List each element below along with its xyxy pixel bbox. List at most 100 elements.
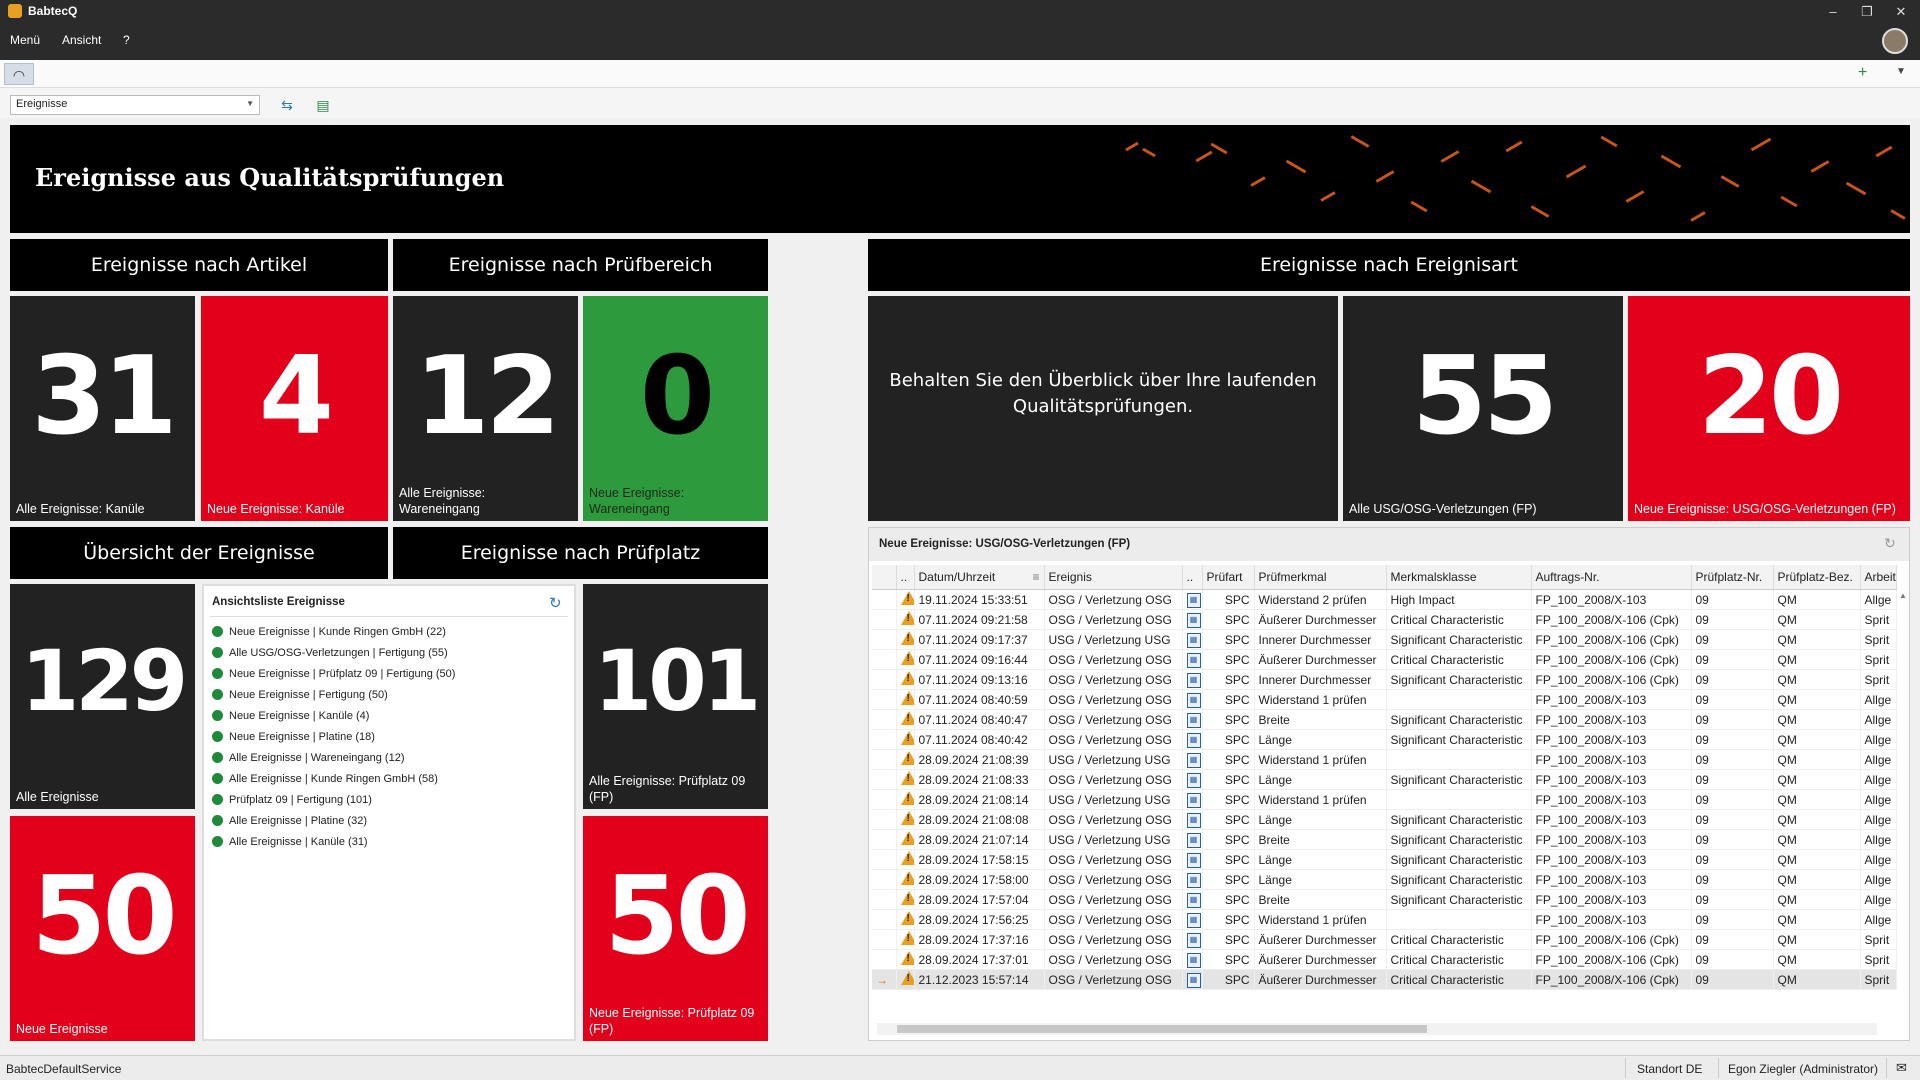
mail-icon[interactable]: ✉ [1896,1060,1907,1076]
row-doc-cell[interactable]: ▦ [1182,809,1203,830]
table-row[interactable]: 07.11.2024 08:40:59OSG / Verletzung OSG▦… [872,689,1897,710]
table-row[interactable]: 28.09.2024 17:56:25OSG / Verletzung OSG▦… [872,909,1897,930]
table-row[interactable]: 07.11.2024 09:16:44OSG / Verletzung OSG▦… [872,649,1897,670]
restore-button[interactable]: ❐ [1852,2,1882,22]
location-status[interactable]: Standort DE [1637,1062,1702,1076]
tile-we-new[interactable]: 0 Neue Ereignisse: Wareneingang [583,296,768,521]
table-row[interactable]: 19.11.2024 15:33:51OSG / Verletzung OSG▦… [872,589,1897,610]
minimize-button[interactable]: – [1818,2,1848,22]
column-header-order-no[interactable]: Auftrags-Nr. [1531,565,1692,590]
table-row[interactable]: 28.09.2024 17:58:00OSG / Verletzung OSG▦… [872,869,1897,890]
column-header-char-class[interactable]: Merkmalsklasse [1386,565,1532,590]
row-doc-cell[interactable]: ▦ [1182,769,1203,790]
table-row[interactable]: 07.11.2024 09:17:37USG / Verletzung USG▦… [872,629,1897,650]
row-doc-cell[interactable]: ▦ [1182,929,1203,950]
scrollbar-thumb[interactable] [897,1025,1427,1033]
table-row[interactable]: 28.09.2024 17:37:01OSG / Verletzung OSG▦… [872,949,1897,970]
column-header-operation[interactable]: Arbeitsg [1860,565,1897,590]
tile-we-all[interactable]: 12 Alle Ereignisse: Wareneingang [393,296,578,521]
table-row[interactable]: 07.11.2024 09:21:58OSG / Verletzung OSG▦… [872,609,1897,630]
column-header-status[interactable]: .. [896,565,915,590]
new-document-icon[interactable]: ▤ [313,96,333,114]
document-icon[interactable]: ▦ [1186,633,1201,648]
row-doc-cell[interactable]: ▦ [1182,749,1203,770]
add-tab-icon[interactable]: + [1858,64,1867,82]
table-row[interactable]: 07.11.2024 09:13:16OSG / Verletzung OSG▦… [872,669,1897,690]
refresh-icon[interactable]: ↻ [1884,535,1896,552]
row-doc-cell[interactable]: ▦ [1182,949,1203,970]
table-row[interactable]: → 21.12.2023 15:57:14OSG / Verletzung OSG… [872,969,1897,990]
scroll-up-icon[interactable]: ▲ [1899,591,1907,600]
view-list-item[interactable]: Prüfplatz 09 | Fertigung (101) [212,794,372,806]
row-doc-cell[interactable]: ▦ [1182,829,1203,850]
view-list-item[interactable]: Neue Ereignisse | Platine (18) [212,731,375,743]
menu-menu[interactable]: Menü [10,33,40,47]
tile-new-events[interactable]: 50 Neue Ereignisse [10,816,195,1041]
column-header-test-type[interactable]: Prüfart [1202,565,1255,590]
horizontal-scrollbar[interactable] [877,1023,1877,1035]
view-list-item[interactable]: Alle Ereignisse | Platine (32) [212,815,367,827]
user-avatar[interactable] [1882,28,1908,54]
tile-kanule-all[interactable]: 31 Alle Ereignisse: Kanüle [10,296,195,521]
row-doc-cell[interactable]: ▦ [1182,589,1203,610]
filter-icon[interactable]: ≡ [1032,570,1039,584]
row-doc-cell[interactable]: ▦ [1182,629,1203,650]
table-row[interactable]: 28.09.2024 21:08:08OSG / Verletzung OSG▦… [872,809,1897,830]
document-icon[interactable]: ▦ [1186,833,1201,848]
column-header-characteristic[interactable]: Prüfmerkmal [1254,565,1387,590]
refresh-icon[interactable]: ↻ [549,594,562,612]
chevron-down-icon[interactable]: ▼ [1896,66,1906,77]
row-doc-cell[interactable]: ▦ [1182,849,1203,870]
tile-usg-all[interactable]: 55 Alle USG/OSG-Verletzungen (FP) [1343,296,1623,521]
row-doc-cell[interactable]: ▦ [1182,689,1203,710]
view-list-item[interactable]: Alle Ereignisse | Kunde Ringen GmbH (58) [212,773,438,785]
table-row[interactable]: 07.11.2024 08:40:42OSG / Verletzung OSG▦… [872,729,1897,750]
refresh-swap-icon[interactable]: ⇆ [277,96,297,114]
row-doc-cell[interactable]: ▦ [1182,869,1203,890]
column-header-station-no[interactable]: Prüfplatz-Nr. [1691,565,1774,590]
document-icon[interactable]: ▦ [1186,813,1201,828]
view-list-item[interactable]: Alle Ereignisse | Kanüle (31) [212,836,368,848]
table-row[interactable]: 28.09.2024 21:08:39USG / Verletzung USG▦… [872,749,1897,770]
tile-pp09-new[interactable]: 50 Neue Ereignisse: Prüfplatz 09 (FP) [583,816,768,1041]
view-select[interactable]: Ereignisse ▼ [10,95,260,115]
document-icon[interactable]: ▦ [1186,673,1201,688]
table-row[interactable]: 28.09.2024 17:57:04OSG / Verletzung OSG▦… [872,889,1897,910]
row-doc-cell[interactable]: ▦ [1182,729,1203,750]
row-doc-cell[interactable]: ▦ [1182,649,1203,670]
document-icon[interactable]: ▦ [1186,913,1201,928]
menu-help[interactable]: ? [123,33,130,47]
view-list-item[interactable]: Neue Ereignisse | Kunde Ringen GmbH (22) [212,626,446,638]
tile-all-events[interactable]: 129 Alle Ereignisse [10,584,195,809]
column-header-station-name[interactable]: Prüfplatz-Bez. [1773,565,1861,590]
row-doc-cell[interactable]: ▦ [1182,909,1203,930]
column-header-indicator[interactable] [872,565,897,590]
row-doc-cell[interactable]: ▦ [1182,609,1203,630]
document-icon[interactable]: ▦ [1186,773,1201,788]
table-row[interactable]: 07.11.2024 08:40:47OSG / Verletzung OSG▦… [872,709,1897,730]
document-icon[interactable]: ▦ [1186,973,1201,988]
tile-pp09-all[interactable]: 101 Alle Ereignisse: Prüfplatz 09 (FP) [583,584,768,809]
tile-usg-new[interactable]: 20 Neue Ereignisse: USG/OSG-Verletzungen… [1628,296,1910,521]
document-icon[interactable]: ▦ [1186,753,1201,768]
view-list-item[interactable]: Neue Ereignisse | Fertigung (50) [212,689,388,701]
tile-kanule-new[interactable]: 4 Neue Ereignisse: Kanüle [201,296,388,521]
document-icon[interactable]: ▦ [1186,953,1201,968]
document-icon[interactable]: ▦ [1186,893,1201,908]
table-row[interactable]: 28.09.2024 21:08:14USG / Verletzung USG▦… [872,789,1897,810]
dashboard-tab-icon[interactable]: ◠ [4,63,34,85]
document-icon[interactable]: ▦ [1186,693,1201,708]
row-doc-cell[interactable]: ▦ [1182,669,1203,690]
document-icon[interactable]: ▦ [1186,793,1201,808]
document-icon[interactable]: ▦ [1186,853,1201,868]
column-header-event[interactable]: Ereignis [1044,565,1183,590]
table-row[interactable]: 28.09.2024 21:08:33OSG / Verletzung OSG▦… [872,769,1897,790]
user-status[interactable]: Egon Ziegler (Administrator) [1728,1062,1878,1076]
column-header-datetime[interactable]: Datum/Uhrzeit ≡ [914,565,1045,590]
table-row[interactable]: 28.09.2024 17:37:16OSG / Verletzung OSG▦… [872,929,1897,950]
document-icon[interactable]: ▦ [1186,613,1201,628]
table-row[interactable]: 28.09.2024 17:58:15OSG / Verletzung OSG▦… [872,849,1897,870]
document-icon[interactable]: ▦ [1186,933,1201,948]
document-icon[interactable]: ▦ [1186,733,1201,748]
view-list-item[interactable]: Neue Ereignisse | Kanüle (4) [212,710,369,722]
